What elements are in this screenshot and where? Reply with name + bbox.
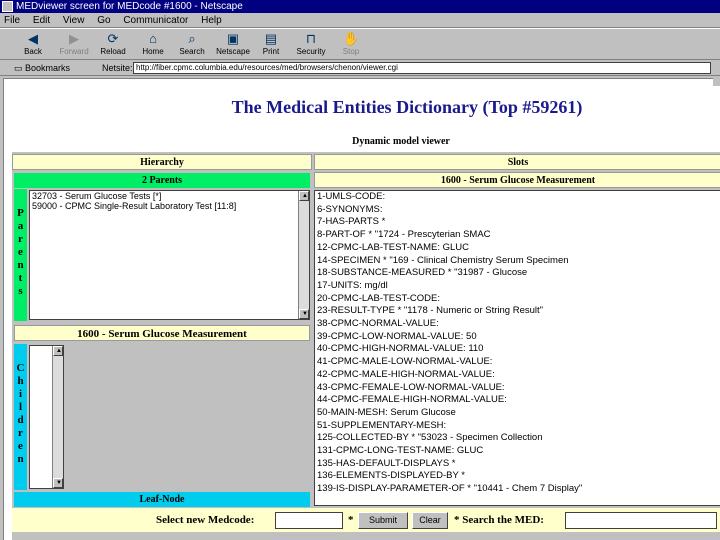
required-asterisk: * [348, 514, 354, 526]
parents-list[interactable]: 32703 - Serum Glucose Tests [*] 59000 - … [29, 190, 310, 320]
search-med-input[interactable] [565, 512, 717, 529]
bookmark-icon: ▭ [14, 63, 26, 73]
slot-item[interactable]: 42-CPMC-MALE-HIGH-NORMAL-VALUE: [315, 369, 720, 382]
search-button[interactable]: ⌕ Search [173, 31, 211, 59]
slot-item[interactable]: 136-ELEMENTS-DISPLAYED-BY * [315, 470, 720, 483]
scroll-down-icon[interactable]: ▼ [299, 309, 309, 319]
slot-item[interactable]: 1-UMLS-CODE: [315, 191, 720, 204]
forward-button[interactable]: ▶ Forward [55, 31, 93, 59]
menu-view[interactable]: View [63, 15, 85, 26]
menu-communicator[interactable]: Communicator [123, 15, 188, 26]
menu-edit[interactable]: Edit [33, 15, 50, 26]
window-title: MEDviewer screen for MEDcode #1600 - Net… [16, 1, 243, 12]
menu-file[interactable]: File [4, 15, 20, 26]
slot-item[interactable]: 12-CPMC-LAB-TEST-NAME: GLUC [315, 242, 720, 255]
slots-list[interactable]: 1-UMLS-CODE: 6-SYNONYMS: 7-HAS-PARTS * 8… [314, 190, 720, 506]
leaf-node-label: Leaf-Node [14, 492, 310, 507]
slot-item[interactable]: 125-COLLECTED-BY * "53023 - Specimen Col… [315, 432, 720, 445]
parents-count-label: 2 Parents [14, 173, 310, 188]
lock-icon: ⊓ [305, 31, 317, 46]
stop-icon: ✋ [343, 31, 360, 46]
slot-item[interactable]: 8-PART-OF * "1724 - Prescyterian SMAC [315, 229, 720, 242]
slot-item[interactable]: 20-CPMC-LAB-TEST-CODE: [315, 293, 720, 306]
navigation-toolbar: ◀ Back ▶ Forward ⟳ Reload ⌂ Home ⌕ Search ▣ Ne… [0, 28, 720, 60]
scroll-up-icon[interactable]: ▲ [53, 346, 63, 356]
slot-item[interactable]: 139-IS-DISPLAY-PARAMETER-OF * "10441 - C… [315, 483, 720, 496]
slot-item[interactable]: 14-SPECIMEN * "169 - Clinical Chemistry … [315, 255, 720, 268]
parent-item[interactable]: 32703 - Serum Glucose Tests [*] [30, 191, 309, 201]
scroll-up-icon[interactable]: ▲ [299, 191, 309, 201]
print-button[interactable]: ▤ Print [252, 31, 290, 59]
bookmarks-button[interactable]: ▭ Bookmarks [14, 60, 70, 76]
netscape-app-icon[interactable] [2, 1, 13, 12]
current-concept-label: 1600 - Serum Glucose Measurement [14, 325, 310, 341]
children-vertical-label: Children [14, 344, 27, 490]
slot-item[interactable]: 131-CPMC-LONG-TEST-NAME: GLUC [315, 445, 720, 458]
netscape-button[interactable]: ▣ Netscape [214, 31, 252, 59]
slots-concept-header: 1600 - Serum Glucose Measurement [314, 172, 720, 188]
medcode-form: Select new Medcode: * Submit Clear * Sea… [12, 508, 720, 532]
forward-arrow-icon: ▶ [69, 31, 79, 46]
menu-go[interactable]: Go [97, 15, 110, 26]
select-medcode-label: Select new Medcode: [156, 514, 255, 526]
submit-button[interactable]: Submit [358, 512, 408, 529]
url-field[interactable]: http://fiber.cpmc.columbia.edu/resources… [133, 62, 711, 74]
parents-scrollbar[interactable]: ▲ ▼ [298, 191, 309, 319]
slot-item[interactable]: 50-MAIN-MESH: Serum Glucose [315, 407, 720, 420]
search-med-label: * Search the MED: [454, 514, 544, 526]
back-arrow-icon: ◀ [28, 31, 38, 46]
slot-item[interactable]: 44-CPMC-FEMALE-HIGH-NORMAL-VALUE: [315, 394, 720, 407]
menu-help[interactable]: Help [201, 15, 222, 26]
page-title: The Medical Entities Dictionary (Top #59… [231, 97, 583, 117]
reload-button[interactable]: ⟳ Reload [94, 31, 132, 59]
home-button[interactable]: ⌂ Home [134, 31, 172, 59]
slot-item[interactable]: 135-HAS-DEFAULT-DISPLAYS * [315, 458, 720, 471]
slots-header: Slots [314, 154, 720, 170]
reload-icon: ⟳ [107, 31, 119, 46]
slot-item[interactable]: 18-SUBSTANCE-MEASURED * "31987 - Glucose [315, 267, 720, 280]
scroll-down-icon[interactable]: ▼ [53, 478, 63, 488]
slot-item[interactable]: 17-UNITS: mg/dl [315, 280, 720, 293]
page-scroll-arrow-icon[interactable] [713, 76, 720, 86]
stop-button[interactable]: ✋ Stop [332, 31, 370, 59]
medcode-input[interactable] [275, 512, 343, 529]
slot-item[interactable]: 41-CPMC-MALE-LOW-NORMAL-VALUE: [315, 356, 720, 369]
parent-item[interactable]: 59000 - CPMC Single-Result Laboratory Te… [30, 201, 309, 211]
hierarchy-header: Hierarchy [12, 154, 312, 170]
window-titlebar: MEDviewer screen for MEDcode #1600 - Net… [0, 0, 720, 13]
children-scrollbar[interactable]: ▲ ▼ [52, 346, 63, 488]
page-subtitle: Dynamic model viewer [352, 136, 450, 147]
viewer-panel: Hierarchy Slots 2 Parents 1600 - Serum G… [12, 152, 720, 540]
print-icon: ▤ [264, 31, 278, 46]
clear-button[interactable]: Clear [412, 512, 448, 529]
slot-item[interactable]: 7-HAS-PARTS * [315, 216, 720, 229]
home-icon: ⌂ [149, 31, 157, 46]
location-bar: ▭ Bookmarks Netsite: http://fiber.cpmc.c… [0, 60, 720, 76]
slot-item[interactable]: 39-CPMC-LOW-NORMAL-VALUE: 50 [315, 331, 720, 344]
slot-item[interactable]: 43-CPMC-FEMALE-LOW-NORMAL-VALUE: [315, 382, 720, 395]
security-button[interactable]: ⊓ Security [292, 31, 330, 59]
netscape-icon: ▣ [226, 31, 240, 46]
slot-item[interactable]: 51-SUPPLEMENTARY-MESH: [315, 420, 720, 433]
menu-bar: File Edit View Go Communicator Help [0, 13, 720, 28]
slot-item[interactable]: 40-CPMC-HIGH-NORMAL-VALUE: 110 [315, 343, 720, 356]
netsite-label: Netsite: [102, 63, 133, 73]
slot-item[interactable]: 23-RESULT-TYPE * "1178 - Numeric or Stri… [315, 305, 720, 318]
slot-item[interactable]: 38-CPMC-NORMAL-VALUE: [315, 318, 720, 331]
page-content: The Medical Entities Dictionary (Top #59… [3, 78, 720, 540]
children-list[interactable]: ▲ ▼ [29, 345, 64, 489]
parents-vertical-label: Parents [14, 189, 27, 321]
back-button[interactable]: ◀ Back [14, 31, 52, 59]
slot-item[interactable]: 6-SYNONYMS: [315, 204, 720, 217]
search-icon: ⌕ [188, 31, 196, 46]
